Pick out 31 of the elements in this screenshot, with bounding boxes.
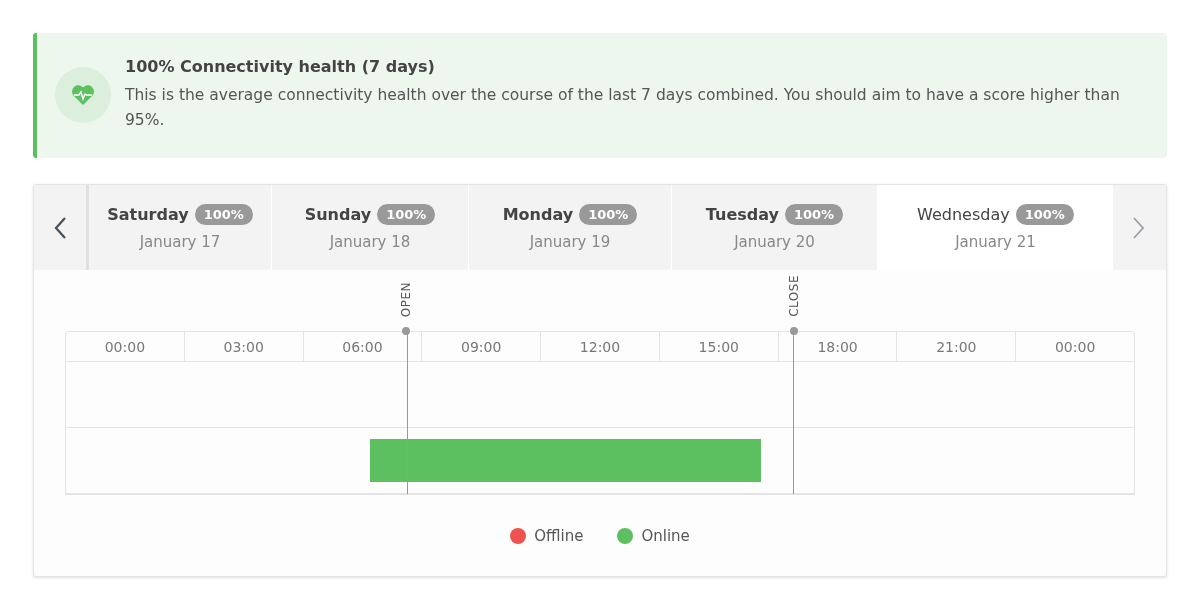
hour-label: 12:00 <box>541 332 660 361</box>
score-badge: 100% <box>784 204 844 225</box>
score-badge: 100% <box>194 204 253 225</box>
legend-label: Online <box>641 527 690 545</box>
marker-label: OPEN <box>399 281 414 317</box>
day-name: Saturday <box>107 205 189 224</box>
day-name: Monday <box>502 205 574 224</box>
score-badge: 100% <box>377 204 436 225</box>
date-label: January 21 <box>955 233 1036 251</box>
hour-label: 09:00 <box>422 332 542 361</box>
date-label: January 20 <box>734 233 815 251</box>
legend-label: Offline <box>534 527 584 545</box>
date-label: January 17 <box>139 233 221 251</box>
score-badge: 100% <box>579 204 638 225</box>
day-name: Wednesday <box>917 205 1010 224</box>
score-badge: 100% <box>1015 204 1074 225</box>
chevron-right-icon <box>1132 215 1146 240</box>
date-label: January 18 <box>329 233 411 251</box>
hour-label: 00:00 <box>66 332 185 361</box>
banner-description: This is the average connectivity health over the course of the last 7 days combined. You should aim to have a score higher than 95%. <box>125 84 1121 131</box>
day-name: Tuesday <box>705 205 779 224</box>
marker-label: CLOSE <box>786 275 801 317</box>
hour-label: 00:00 <box>1053 337 1097 357</box>
hour-label: 21:00 <box>897 332 1017 361</box>
hour-label: 03:00 <box>184 332 304 361</box>
day-name: Sunday <box>304 205 372 224</box>
day-tab[interactable]: Wednesday 100% January 21 <box>878 185 1113 270</box>
chevron-left-icon <box>53 215 67 240</box>
date-label: January 19 <box>529 233 611 251</box>
banner-title: 100% Connectivity health (7 days) <box>125 56 436 76</box>
hour-label: 15:00 <box>659 332 779 361</box>
